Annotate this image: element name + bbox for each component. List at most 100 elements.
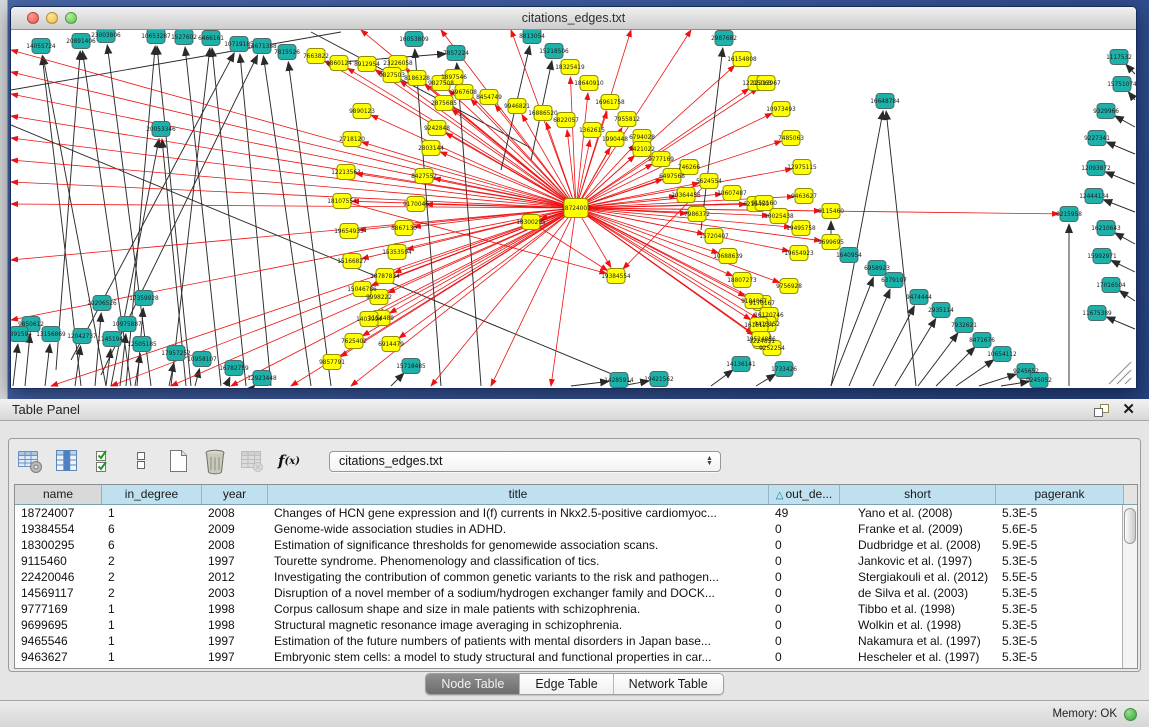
table-row[interactable]: 1456911722003Disruption of a novel membe…: [15, 585, 1137, 601]
column-header-year[interactable]: year: [202, 485, 268, 504]
graph-node-label: 1527602: [171, 35, 197, 41]
close-panel-icon[interactable]: ✕: [1122, 401, 1135, 419]
table-cell: 0: [769, 601, 840, 617]
table-cell: Tibbo et al. (1998): [840, 601, 996, 617]
table-cell: 2003: [202, 585, 268, 601]
table-cell: Structural magnetic resonance image aver…: [268, 617, 769, 633]
table-cell: 0: [769, 617, 840, 633]
graph-node-label: 18300295: [516, 220, 546, 226]
delete-columns-icon[interactable]: [202, 447, 228, 475]
float-panel-icon[interactable]: [1093, 403, 1110, 418]
table-cell: Franke et al. (2009): [840, 521, 996, 537]
table-selector-dropdown[interactable]: citations_edges.txt ▲▼: [329, 451, 721, 472]
graph-node-label: 7955812: [614, 117, 640, 123]
window-titlebar[interactable]: citations_edges.txt: [11, 7, 1136, 30]
graph-node-label: 16648784: [870, 99, 900, 105]
graph-node-label: 16154808: [727, 57, 757, 63]
function-builder-icon[interactable]: f(x): [276, 447, 302, 475]
graph-node-label: 2935114: [928, 308, 954, 314]
table-row[interactable]: 1830029562008Estimation of significance …: [15, 537, 1137, 553]
table-mode-icon[interactable]: [17, 447, 43, 475]
column-header-in-degree[interactable]: in_degree: [102, 485, 202, 504]
graph-node-label: 2718120: [339, 137, 365, 143]
graph-node-label: 16886520: [528, 111, 558, 117]
tab-edge-table[interactable]: Edge Table: [519, 674, 612, 694]
column-header-name[interactable]: name: [15, 485, 102, 504]
graph-node-label: 2967608: [451, 90, 477, 96]
table-cell: 5.3E-5: [996, 505, 1124, 521]
column-header-short[interactable]: short: [840, 485, 996, 504]
table-cell: Embryonic stem cells: a model to study s…: [268, 649, 769, 665]
scrollbar-thumb[interactable]: [1124, 508, 1136, 544]
table-cell: 2008: [202, 537, 268, 553]
table-row[interactable]: 946554611997Estimation of the future num…: [15, 633, 1137, 649]
table-panel-body: f(x) citations_edges.txt ▲▼ name in_degr…: [0, 421, 1149, 700]
new-column-icon[interactable]: [165, 447, 191, 475]
table-cell: 6: [102, 537, 202, 553]
show-columns-icon[interactable]: [54, 447, 80, 475]
table-panel-title: Table Panel: [12, 399, 80, 421]
graph-node-label: 6497568: [659, 174, 685, 180]
graph-node-label: 9245652: [1013, 369, 1039, 375]
table-row[interactable]: 969969511998Structural magnetic resonanc…: [15, 617, 1137, 633]
network-svg: 1872400718300295193845542322605898275038…: [11, 30, 1136, 388]
memory-status-indicator[interactable]: [1124, 708, 1137, 721]
graph-node-label: 10975887: [112, 322, 142, 328]
table-cell: 5.9E-5: [996, 537, 1124, 553]
graph-node-label: 18107554: [327, 199, 357, 205]
graph-node-label: 19654923: [784, 251, 814, 257]
table-cell: Stergiakouli et al. (2012): [840, 569, 996, 585]
table-cell: Genome-wide association studies in ADHD.: [268, 521, 769, 537]
table-row[interactable]: 1938455462009Genome-wide association stu…: [15, 521, 1137, 537]
graph-node-label: 12505185: [127, 342, 157, 348]
table-row[interactable]: 911546021997Tourette syndrome. Phenomeno…: [15, 553, 1137, 569]
graph-node-label: 9827508: [428, 81, 454, 87]
graph-node-label: 1403994: [356, 317, 382, 323]
graph-node-label: 9890123: [349, 109, 375, 115]
graph-node-label: 11451943: [97, 337, 127, 343]
graph-node-label: 1640954: [836, 253, 862, 259]
table-cell: 2: [102, 553, 202, 569]
graph-node-label: 15166827: [337, 259, 367, 265]
graph-node-label: 746266: [678, 165, 700, 171]
graph-node-label: 13156869: [36, 332, 66, 338]
table-row[interactable]: 977716911998Corpus callosum shape and si…: [15, 601, 1137, 617]
header-filler: [1124, 485, 1137, 504]
graph-node-label: 18787834: [370, 274, 400, 280]
table-row[interactable]: 946362711997Embryonic stem cells: a mode…: [15, 649, 1137, 665]
graph-node-label: 5624554: [696, 179, 722, 185]
graph-node-label: 15720407: [699, 234, 729, 240]
graph-node-label: 9860124: [326, 61, 352, 67]
table-cell: Jankovic et al. (1997): [840, 553, 996, 569]
table-cell: Changes of HCN gene expression and I(f) …: [268, 505, 769, 521]
select-columns-icon[interactable]: [91, 447, 117, 475]
graph-node-label: 12042737: [67, 334, 97, 340]
table-cell: 5.3E-5: [996, 585, 1124, 601]
table-cell: 0: [769, 649, 840, 665]
tab-network-table[interactable]: Network Table: [613, 674, 723, 694]
column-header-pagerank[interactable]: pagerank: [996, 485, 1124, 504]
table-row[interactable]: 2242004622012Investigating the contribut…: [15, 569, 1137, 585]
table-header-row[interactable]: name in_degree year title △out_de... sho…: [15, 485, 1137, 505]
table-cell: 1998: [202, 617, 268, 633]
graph-node-label: 18640910: [574, 81, 604, 87]
table-cell: 1: [102, 505, 202, 521]
graph-node-label: 9115460: [818, 209, 844, 215]
graph-node-label: 8813054: [519, 34, 545, 40]
resize-grip-icon: [1109, 362, 1131, 384]
network-canvas[interactable]: 1872400718300295193845542322605898275038…: [11, 30, 1136, 388]
network-view-window[interactable]: citations_edges.txt 18724007183002951938…: [10, 6, 1137, 389]
table-scrollbar[interactable]: [1122, 505, 1137, 668]
table-cell: 14569117: [15, 585, 102, 601]
tab-node-table[interactable]: Node Table: [426, 674, 519, 694]
table-row[interactable]: 1872400712008Changes of HCN gene express…: [15, 505, 1137, 521]
column-header-out-degree[interactable]: △out_de...: [769, 485, 840, 504]
row-height-icon[interactable]: [128, 447, 154, 475]
desktop-background: citations_edges.txt 18724007183002951938…: [0, 0, 1149, 399]
column-header-title[interactable]: title: [268, 485, 769, 504]
graph-node-label: 9827503: [379, 73, 405, 79]
graph-node-label: 16053809: [399, 37, 429, 43]
table-panel-titlebar[interactable]: Table Panel ✕: [0, 399, 1149, 421]
graph-node-label: 1117532: [1106, 55, 1132, 61]
node-table[interactable]: name in_degree year title △out_de... sho…: [14, 484, 1138, 669]
